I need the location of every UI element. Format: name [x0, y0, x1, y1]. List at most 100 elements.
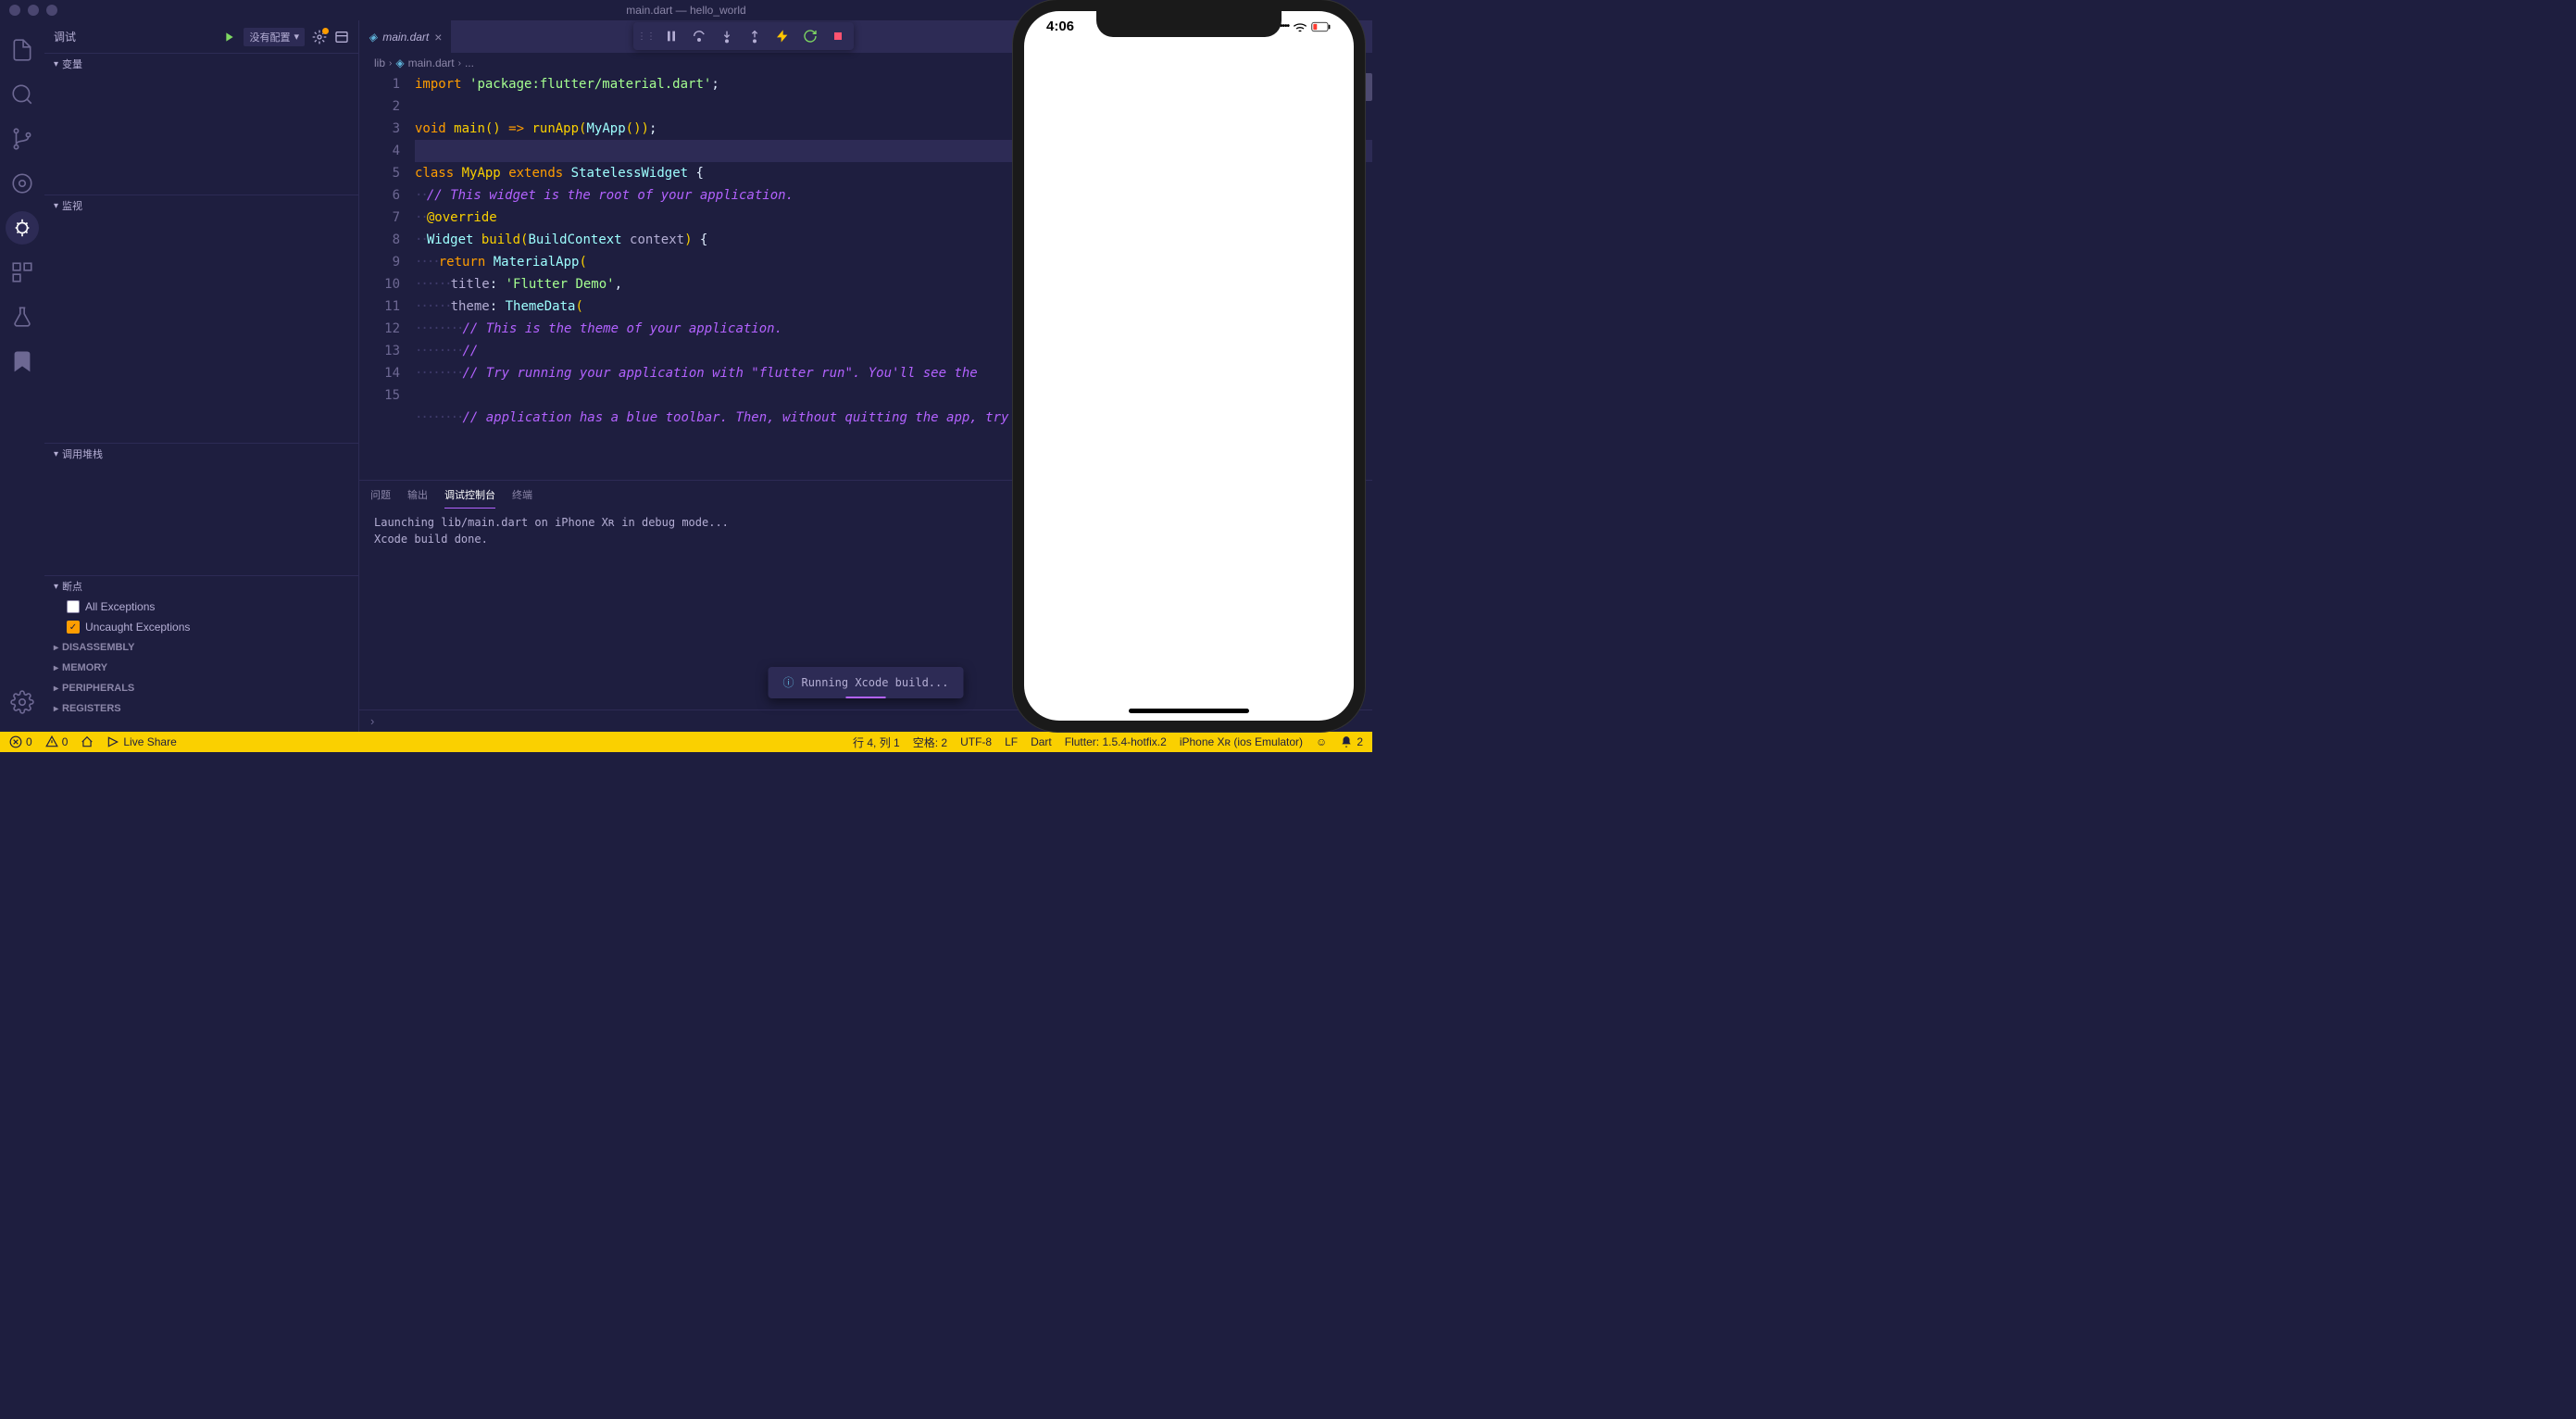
peripherals-header[interactable]: PERIPHERALS — [44, 678, 358, 698]
variables-header[interactable]: 变量 — [44, 54, 358, 74]
tk: MyApp — [586, 118, 625, 140]
status-cursor[interactable]: 行 4, 列 1 — [853, 735, 900, 750]
status-eol[interactable]: LF — [1005, 735, 1018, 748]
status-device[interactable]: iPhone Xʀ (ios Emulator) — [1180, 735, 1303, 748]
bug-icon — [12, 218, 32, 238]
debug-activity[interactable] — [0, 161, 44, 206]
status-notifications[interactable]: 2 — [1340, 735, 1363, 748]
stop-button[interactable] — [826, 24, 850, 48]
bell-icon — [1340, 735, 1353, 748]
tk: ········ — [415, 318, 462, 340]
tk: ( — [520, 229, 528, 251]
pause-button[interactable] — [659, 24, 683, 48]
tk: 'Flutter Demo' — [506, 273, 615, 295]
search-activity[interactable] — [0, 72, 44, 117]
step-out-button[interactable] — [743, 24, 767, 48]
tk: ········ — [415, 407, 462, 451]
test-activity[interactable] — [0, 295, 44, 339]
status-feedback[interactable]: ☺ — [1316, 735, 1327, 748]
watch-body — [44, 216, 358, 443]
bp-label: All Exceptions — [85, 600, 155, 613]
scm-activity[interactable] — [0, 117, 44, 161]
close-window-button[interactable] — [9, 5, 20, 16]
section-label: MEMORY — [62, 662, 107, 673]
tab-debug-console[interactable]: 调试控制台 — [444, 482, 495, 509]
wifi-icon — [1293, 21, 1307, 32]
bc-file[interactable]: main.dart — [408, 57, 455, 69]
line-num: 11 — [359, 295, 400, 318]
line-num: 14 — [359, 362, 400, 384]
tk: ·· — [415, 229, 427, 251]
debug-config-select[interactable]: 没有配置 ▾ — [244, 28, 305, 46]
tab-terminal[interactable]: 终端 — [512, 482, 532, 508]
step-out-icon — [747, 29, 762, 44]
status-errors[interactable]: 0 — [9, 735, 32, 748]
debug-settings-button[interactable] — [312, 30, 327, 44]
watch-header[interactable]: 监视 — [44, 195, 358, 216]
debug-start-button[interactable] — [221, 30, 236, 44]
console-text: Xcode build done. — [374, 531, 488, 547]
tk: : — [490, 273, 506, 295]
tk: , — [615, 273, 622, 295]
status-live-share[interactable]: Live Share — [106, 735, 176, 748]
step-over-button[interactable] — [687, 24, 711, 48]
checkbox-unchecked[interactable] — [67, 600, 80, 613]
tab-main-dart[interactable]: ◈ main.dart × — [359, 20, 451, 53]
bookmarks-activity[interactable] — [0, 339, 44, 383]
breakpoint-uncaught-exceptions[interactable]: ✓ Uncaught Exceptions — [44, 617, 358, 637]
memory-header[interactable]: MEMORY — [44, 658, 358, 678]
ios-simulator[interactable]: 4:06 •••• — [1013, 0, 1365, 732]
tk: { — [688, 162, 704, 184]
callstack-header[interactable]: 调用堆栈 — [44, 444, 358, 464]
maximize-window-button[interactable] — [46, 5, 57, 16]
tk: main — [454, 118, 485, 140]
callstack-panel: 调用堆栈 — [44, 443, 358, 575]
status-flutter[interactable]: Flutter: 1.5.4-hotfix.2 — [1065, 735, 1167, 748]
warning-icon — [45, 735, 58, 748]
tk: MyApp — [462, 162, 501, 184]
play-icon — [221, 30, 236, 44]
home-indicator[interactable] — [1129, 709, 1249, 713]
bc-more[interactable]: ... — [465, 57, 474, 69]
tk: ) — [684, 229, 692, 251]
checkbox-checked[interactable]: ✓ — [67, 621, 80, 634]
activity-bar — [0, 20, 44, 732]
disassembly-header[interactable]: DISASSEMBLY — [44, 637, 358, 658]
status-spaces[interactable]: 空格: 2 — [913, 735, 947, 750]
breakpoints-panel: 断点 All Exceptions ✓ Uncaught Exceptions — [44, 575, 358, 637]
tk: StatelessWidget — [571, 162, 688, 184]
expand-icon — [54, 58, 58, 69]
tk: () — [485, 118, 501, 140]
minimize-window-button[interactable] — [28, 5, 39, 16]
tk: MaterialApp — [485, 251, 579, 273]
restart-button[interactable] — [798, 24, 822, 48]
step-into-button[interactable] — [715, 24, 739, 48]
section-label: DISASSEMBLY — [62, 642, 134, 653]
status-warnings[interactable]: 0 — [45, 735, 69, 748]
window-controls — [7, 5, 57, 16]
tk: theme — [451, 295, 490, 318]
tk: ·· — [415, 184, 427, 207]
breakpoint-all-exceptions[interactable]: All Exceptions — [44, 596, 358, 617]
phone-screen[interactable]: 4:06 •••• — [1024, 11, 1354, 721]
line-num: 6 — [359, 184, 400, 207]
live-share-label: Live Share — [123, 735, 176, 748]
tab-close-button[interactable]: × — [434, 30, 442, 44]
flask-icon — [10, 305, 34, 329]
status-sync[interactable] — [81, 735, 94, 748]
bug-activity[interactable] — [6, 211, 39, 245]
settings-activity[interactable] — [0, 680, 44, 724]
breakpoints-label: 断点 — [62, 579, 82, 594]
bc-lib[interactable]: lib — [374, 57, 385, 69]
explorer-activity[interactable] — [0, 28, 44, 72]
registers-header[interactable]: REGISTERS — [44, 698, 358, 719]
tab-problems[interactable]: 问题 — [370, 482, 391, 508]
drag-handle-icon[interactable]: ⋮⋮ — [637, 31, 656, 42]
hot-reload-button[interactable] — [770, 24, 794, 48]
debug-console-toggle[interactable] — [334, 30, 349, 44]
breakpoints-header[interactable]: 断点 — [44, 576, 358, 596]
extensions-activity[interactable] — [0, 250, 44, 295]
tab-output[interactable]: 输出 — [407, 482, 428, 508]
status-encoding[interactable]: UTF-8 — [960, 735, 992, 748]
status-lang[interactable]: Dart — [1031, 735, 1052, 748]
